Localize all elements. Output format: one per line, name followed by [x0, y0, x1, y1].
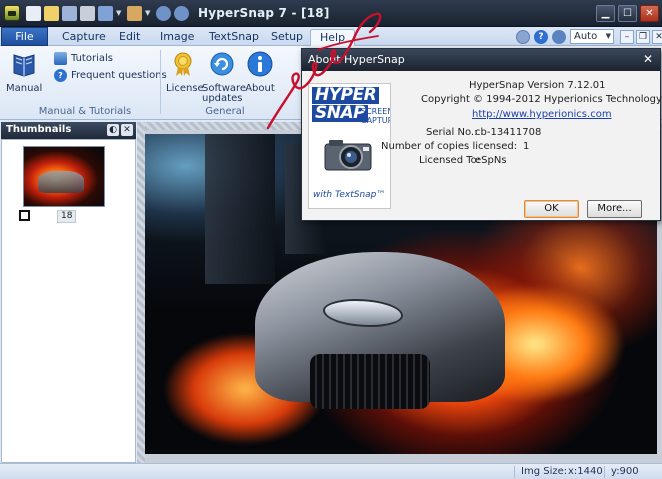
minimize-button[interactable]: ▁	[596, 5, 615, 22]
new-icon[interactable]	[26, 6, 41, 21]
thumbnails-header: Thumbnails ◐ ✕	[1, 122, 136, 139]
logo-line-1: HYPER	[312, 87, 380, 104]
zoom-value: Auto	[574, 31, 598, 42]
doc-close-button[interactable]: ✕	[652, 29, 662, 44]
thumbnails-title: Thumbnails	[6, 124, 72, 135]
thumbnail-label: 18	[57, 210, 77, 223]
arrow-down-icon[interactable]	[516, 29, 530, 44]
logo-screen-capture: SCREEN CAPTURE	[361, 107, 391, 125]
status-img-size-label: Img Size:	[521, 466, 568, 477]
about-label: About	[245, 83, 275, 94]
ribbon-award-icon	[174, 52, 192, 76]
close-button[interactable]: ✕	[640, 5, 659, 22]
software-updates-button[interactable]: Software updates	[202, 50, 246, 104]
info-icon	[247, 51, 273, 77]
quick-access-toolbar: ▼ ▼	[26, 5, 192, 22]
licensed-to-label: Licensed To:	[419, 155, 481, 166]
license-button[interactable]: License	[166, 50, 204, 94]
version-text: HyperSnap Version 7.12.01	[469, 80, 606, 91]
chevron-down-icon[interactable]: ▼	[145, 6, 153, 21]
copies-value: 1	[523, 141, 530, 152]
window-title: HyperSnap 7 - [18]	[198, 6, 330, 20]
tab-file[interactable]: File	[1, 27, 48, 46]
tutorials-button[interactable]: Tutorials	[54, 52, 113, 65]
copyright-text: Copyright © 1994-2012 Hyperionics Techno…	[421, 94, 662, 105]
camera-icon	[324, 140, 372, 171]
more-button[interactable]: More...	[587, 200, 642, 218]
frequent-questions-button[interactable]: ? Frequent questions	[54, 69, 167, 82]
image-building	[205, 134, 275, 284]
thumbnail-checkbox[interactable]	[19, 210, 30, 221]
tutorials-icon	[54, 52, 67, 65]
manual-button[interactable]: Manual	[6, 50, 42, 94]
tab-capture[interactable]: Capture	[62, 29, 106, 46]
status-height: y:900	[611, 466, 639, 477]
web-icon[interactable]	[552, 29, 566, 44]
group-label-general: General	[205, 106, 245, 117]
logo-line-2: SNAP	[312, 105, 369, 122]
title-bar: ▼ ▼ HyperSnap 7 - [18] ▁ ☐ ✕	[0, 0, 662, 27]
hypersnap-logo: HYPER SNAP SCREEN CAPTURE with TextSnap™	[308, 83, 391, 209]
save-icon[interactable]	[62, 6, 77, 21]
serial-value: cb-13411708	[475, 127, 542, 138]
tab-setup[interactable]: Setup	[271, 29, 303, 46]
tab-help[interactable]: Help	[310, 29, 356, 46]
ok-button[interactable]: OK	[524, 200, 579, 218]
frequent-questions-label: Frequent questions	[71, 70, 167, 81]
maximize-button[interactable]: ☐	[618, 5, 637, 22]
serial-label: Serial No.:	[426, 127, 478, 138]
chevron-down-icon[interactable]: ▼	[116, 6, 124, 21]
group-label-manual: Manual & Tutorials	[38, 106, 132, 117]
status-divider	[514, 466, 515, 478]
app-icon[interactable]	[4, 5, 20, 21]
chevron-down-icon: ▼	[605, 32, 611, 40]
refresh-icon	[210, 52, 234, 76]
ribbon-tab-strip: File Capture Edit Image TextSnap Setup H…	[0, 27, 662, 46]
help-icon[interactable]: ?	[534, 29, 548, 44]
redo-icon[interactable]	[174, 6, 189, 21]
status-bar: Img Size: x:1440 y:900	[0, 463, 662, 479]
tutorials-label: Tutorials	[71, 53, 113, 64]
logo-with-textsnap: with TextSnap™	[313, 190, 386, 200]
tab-edit[interactable]: Edit	[119, 29, 140, 46]
thumbnails-pane: 18	[1, 139, 136, 463]
status-width: x:1440	[568, 466, 603, 477]
about-dialog-title: About HyperSnap	[308, 53, 405, 66]
thumbnail-image[interactable]	[23, 146, 105, 207]
doc-minimize-button[interactable]: –	[620, 29, 634, 44]
tab-image[interactable]: Image	[160, 29, 194, 46]
logo-capture: CAPTURE	[361, 116, 390, 125]
website-link[interactable]: http://www.hyperionics.com	[472, 109, 612, 120]
question-icon: ?	[54, 69, 67, 82]
licensed-to-value: eSpNs	[475, 155, 507, 166]
group-separator	[160, 50, 161, 114]
undo-icon[interactable]	[156, 6, 171, 21]
copy-icon[interactable]	[98, 6, 113, 21]
logo-screen: SCREEN	[361, 107, 391, 116]
software-updates-label-2: updates	[202, 93, 243, 104]
pen-icon[interactable]	[127, 6, 142, 21]
status-divider	[604, 466, 605, 478]
manual-label: Manual	[6, 83, 43, 94]
ribbon-right-controls: ? Auto ▼ – ❐ ✕	[516, 27, 662, 46]
about-dialog-close-button[interactable]: ✕	[640, 52, 656, 67]
print-icon[interactable]	[80, 6, 95, 21]
about-dialog-title-bar: About HyperSnap ✕	[302, 49, 660, 71]
canvas-border-left	[137, 122, 145, 463]
doc-restore-button[interactable]: ❐	[636, 29, 650, 44]
tab-textsnap[interactable]: TextSnap	[209, 29, 259, 46]
license-label: License	[166, 83, 204, 94]
about-dialog: About HyperSnap ✕ HYPER SNAP SCREEN CAPT…	[301, 48, 662, 221]
close-icon[interactable]: ✕	[121, 124, 133, 136]
about-button[interactable]: About	[244, 50, 276, 94]
open-folder-icon[interactable]	[44, 6, 59, 21]
pin-icon[interactable]: ◐	[107, 124, 119, 136]
book-icon	[13, 54, 35, 77]
image-car-grille	[310, 354, 430, 409]
copies-label: Number of copies licensed:	[381, 141, 518, 152]
zoom-select[interactable]: Auto ▼	[570, 29, 614, 44]
